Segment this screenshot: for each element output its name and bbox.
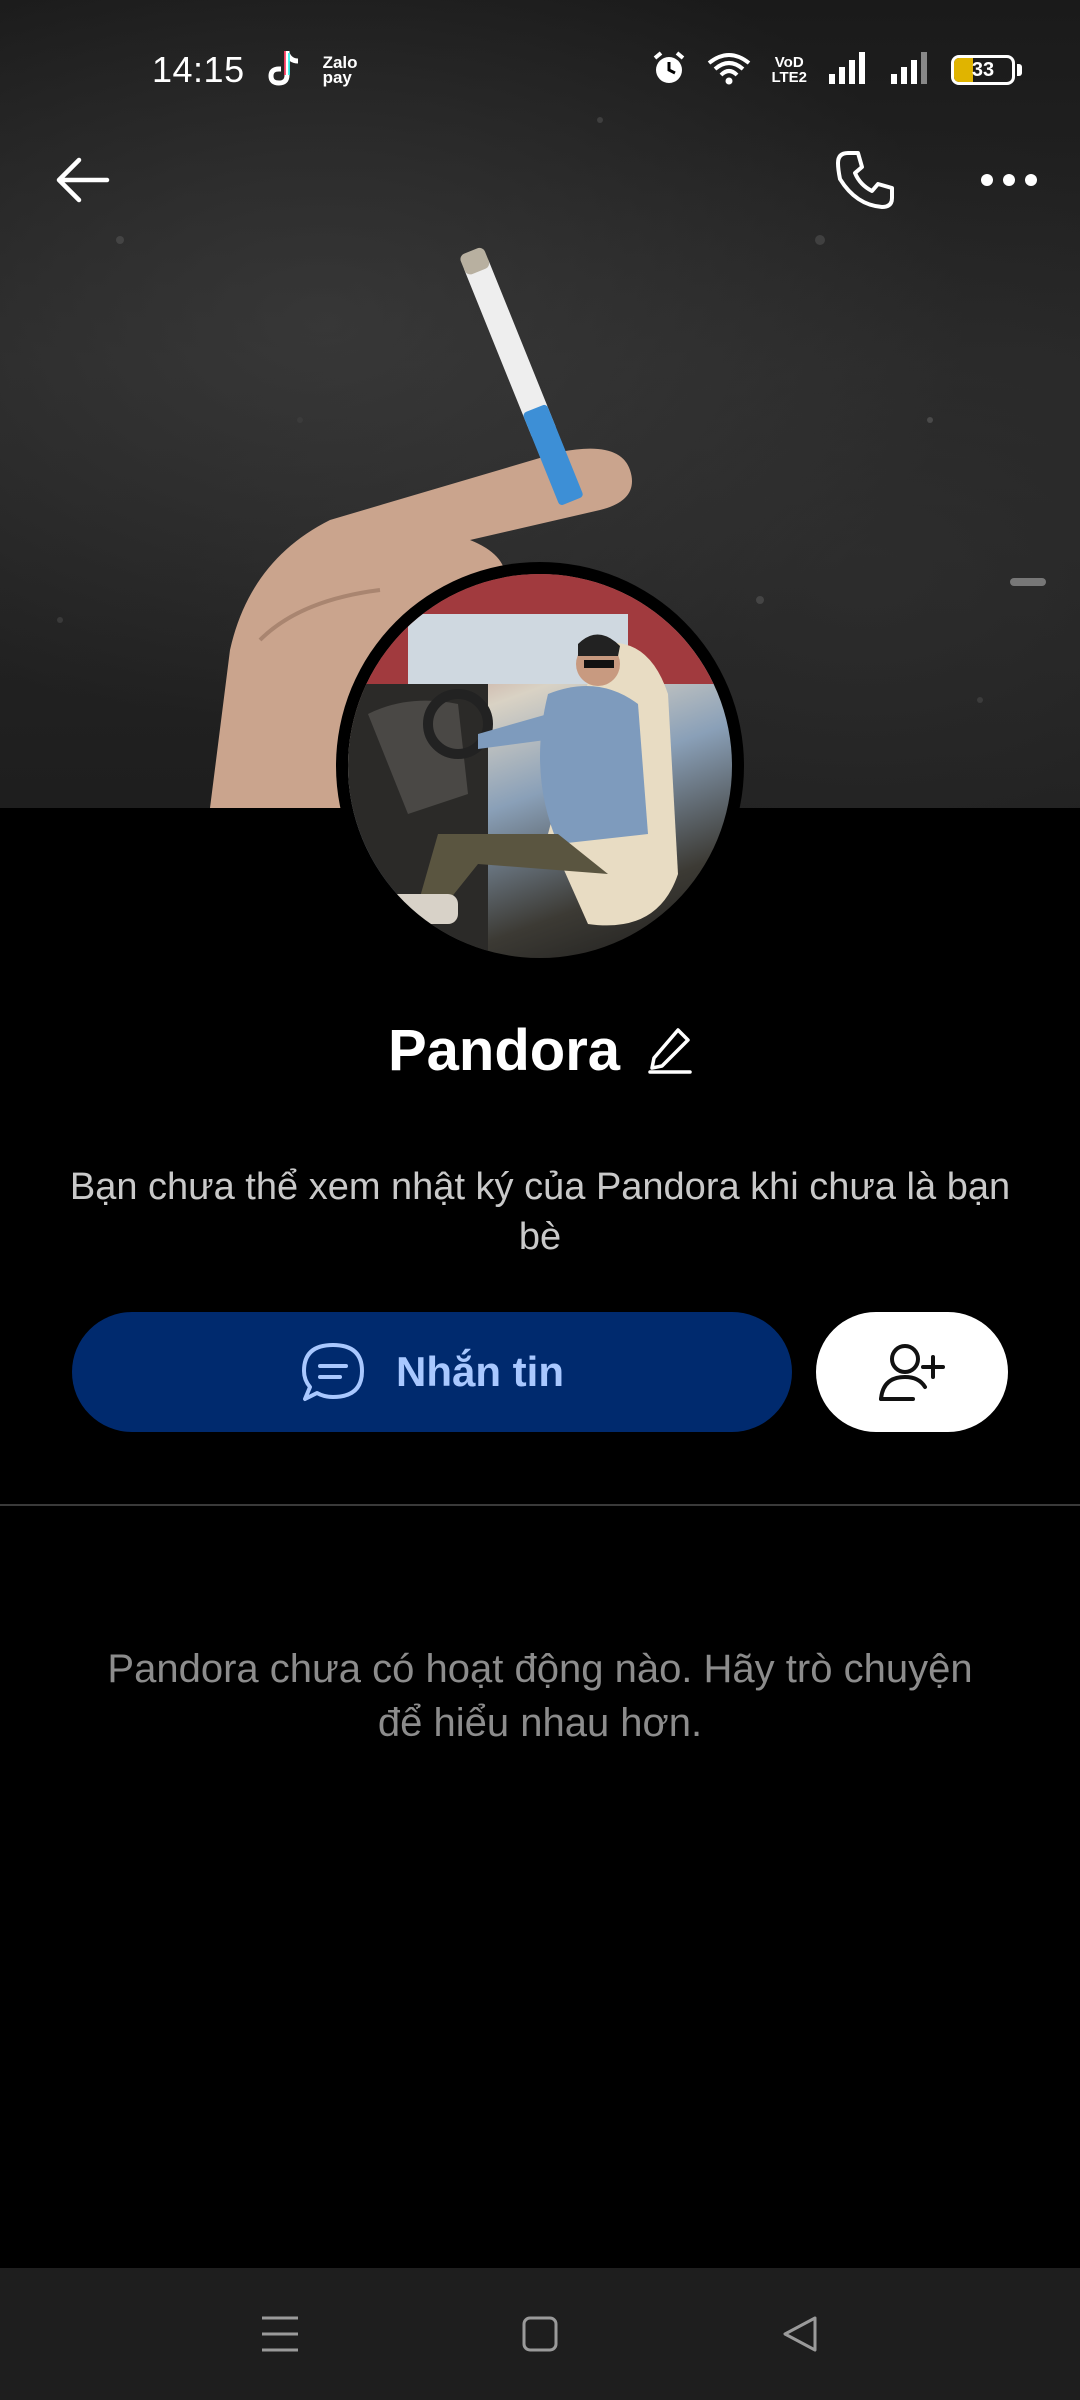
- system-back-button[interactable]: [760, 2294, 840, 2374]
- phone-icon: [836, 151, 894, 209]
- zalopay-icon: Zalo pay: [322, 53, 358, 87]
- signal-icon: [889, 51, 931, 89]
- home-button[interactable]: [500, 2294, 580, 2374]
- profile-name: Pandora: [387, 1017, 621, 1083]
- call-button[interactable]: [820, 140, 910, 220]
- alarm-icon: [651, 50, 687, 91]
- status-right: VoD LTE2 33: [651, 50, 1022, 91]
- message-button-label: Nhắn tin: [396, 1348, 564, 1395]
- battery-fill: [954, 58, 974, 82]
- tiktok-icon: [267, 49, 301, 92]
- profile-screen: 14:15 Zalo pay VoD LTE2 33 Pandora Bạn c…: [0, 0, 1080, 2400]
- wifi-icon: [707, 51, 751, 90]
- recent-apps-button[interactable]: [240, 2294, 320, 2374]
- status-bar: 14:15 Zalo pay VoD LTE2 33: [0, 0, 1080, 140]
- avatar-photo: [348, 574, 732, 958]
- avatar[interactable]: [336, 562, 744, 970]
- profile-name-row: Pandora: [0, 1010, 1080, 1090]
- system-navigation-bar: [0, 2268, 1080, 2400]
- battery-icon: 33: [951, 55, 1022, 85]
- empty-activity-message: Pandora chưa có hoạt động nào. Hãy trò c…: [107, 1647, 973, 1745]
- battery-nub: [1017, 64, 1022, 76]
- status-time: 14:15: [152, 49, 245, 90]
- volte-icon: VoD LTE2: [771, 54, 807, 86]
- back-arrow-icon: [56, 157, 110, 203]
- more-dots-icon: [981, 174, 1037, 186]
- battery-percent: 33: [971, 58, 995, 81]
- signal-icon: [827, 51, 869, 89]
- more-options-button[interactable]: [964, 140, 1054, 220]
- status-left: 14:15 Zalo pay: [152, 49, 363, 92]
- diary-privacy-notice: Bạn chưa thể xem nhật ký của Pandora khi…: [69, 1166, 1011, 1258]
- back-triangle-icon: [783, 2316, 817, 2352]
- back-button[interactable]: [38, 140, 128, 220]
- edit-name-button[interactable]: [648, 1026, 692, 1074]
- menu-icon: [262, 2316, 298, 2352]
- add-friend-button[interactable]: [816, 1312, 1008, 1432]
- pencil-icon: [648, 1028, 692, 1074]
- home-square-icon: [522, 2316, 558, 2352]
- battery-body: 33: [951, 55, 1015, 85]
- chat-bubble-icon: [302, 1343, 364, 1401]
- message-button[interactable]: Nhắn tin: [72, 1312, 792, 1432]
- add-user-icon: [879, 1344, 945, 1401]
- section-divider: [0, 1504, 1080, 1506]
